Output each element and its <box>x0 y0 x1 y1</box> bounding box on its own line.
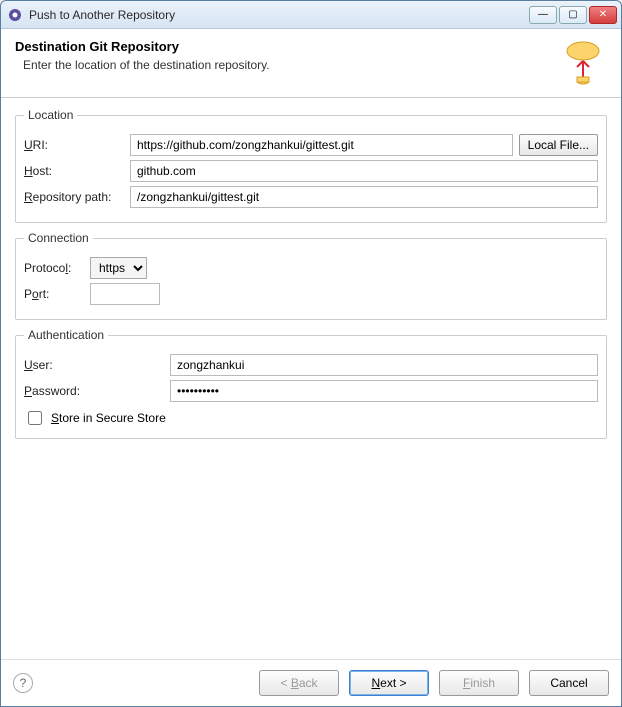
button-bar: ? < Back Next > Finish Cancel <box>1 659 621 706</box>
authentication-group: Authentication User: Password: Store in … <box>15 328 607 439</box>
user-input[interactable] <box>170 354 598 376</box>
uri-input[interactable] <box>130 134 513 156</box>
port-input[interactable] <box>90 283 160 305</box>
help-icon[interactable]: ? <box>13 673 33 693</box>
close-button[interactable]: ✕ <box>589 6 617 24</box>
finish-button[interactable]: Finish <box>439 670 519 696</box>
location-legend: Location <box>24 108 77 122</box>
password-label: Password: <box>24 384 164 398</box>
page-title: Destination Git Repository <box>15 39 559 54</box>
password-input[interactable] <box>170 380 598 402</box>
back-button[interactable]: < Back <box>259 670 339 696</box>
store-secure-checkbox[interactable] <box>28 411 42 425</box>
dialog-window: Push to Another Repository — ▢ ✕ Destina… <box>0 0 622 707</box>
port-label: Port: <box>24 287 84 301</box>
titlebar: Push to Another Repository — ▢ ✕ <box>1 1 621 29</box>
protocol-label: Protocol: <box>24 261 84 275</box>
repo-path-input[interactable] <box>130 186 598 208</box>
minimize-button[interactable]: — <box>529 6 557 24</box>
repo-path-label: Repository path: <box>24 190 124 204</box>
content-area: Location URI: Local File... Host: Reposi… <box>1 98 621 659</box>
location-group: Location URI: Local File... Host: Reposi… <box>15 108 607 223</box>
store-secure-label: Store in Secure Store <box>51 411 166 425</box>
local-file-button[interactable]: Local File... <box>519 134 598 156</box>
user-label: User: <box>24 358 164 372</box>
next-button[interactable]: Next > <box>349 670 429 696</box>
window-title: Push to Another Repository <box>29 8 529 22</box>
authentication-legend: Authentication <box>24 328 108 342</box>
app-icon <box>7 7 23 23</box>
host-input[interactable] <box>130 160 598 182</box>
page-description: Enter the location of the destination re… <box>15 58 559 72</box>
header-panel: Destination Git Repository Enter the loc… <box>1 29 621 98</box>
connection-legend: Connection <box>24 231 93 245</box>
uri-label: URI: <box>24 138 124 152</box>
cancel-button[interactable]: Cancel <box>529 670 609 696</box>
push-cloud-icon <box>559 39 607 87</box>
protocol-select[interactable]: https <box>90 257 147 279</box>
window-controls: — ▢ ✕ <box>529 6 617 24</box>
connection-group: Connection Protocol: https Port: <box>15 231 607 320</box>
maximize-button[interactable]: ▢ <box>559 6 587 24</box>
host-label: Host: <box>24 164 124 178</box>
